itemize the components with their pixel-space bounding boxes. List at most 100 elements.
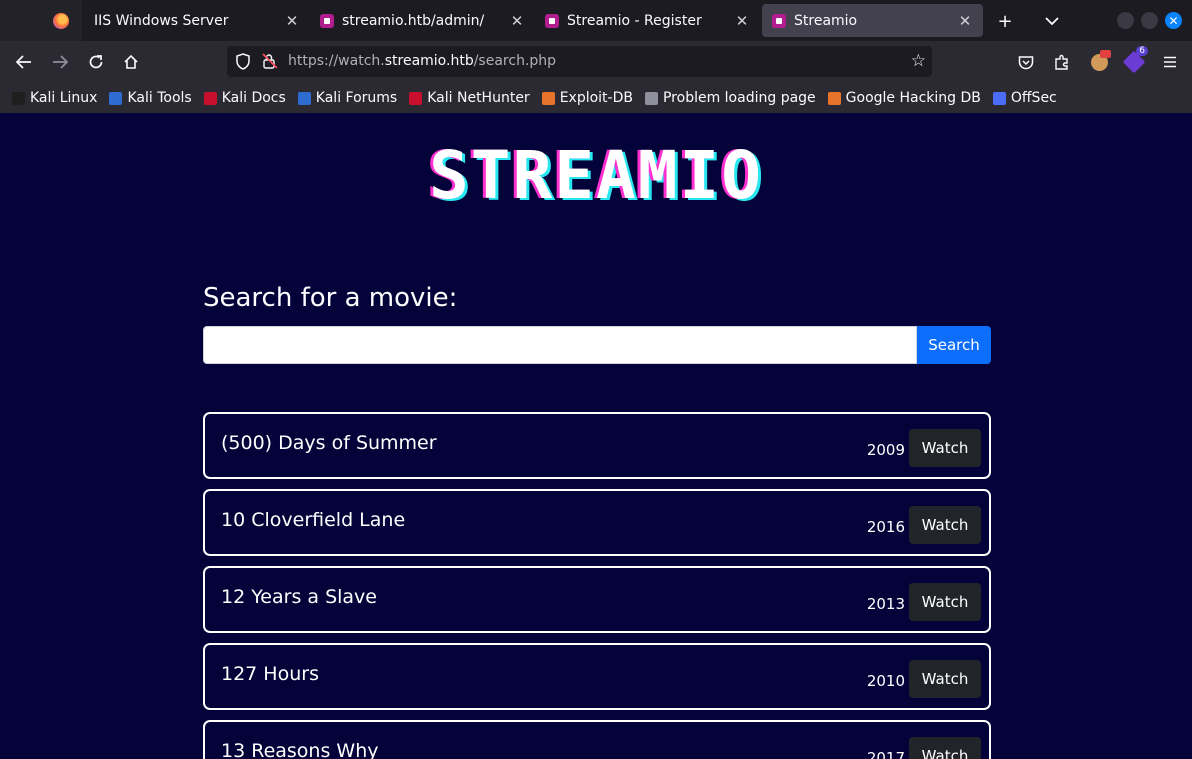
movie-title: 10 Cloverfield Lane [221,509,406,531]
bookmark-favicon-icon [827,91,841,105]
bookmark-favicon-icon [992,91,1006,105]
puzzle-icon [1055,54,1068,70]
home-button[interactable] [119,50,143,74]
firefox-icon [53,12,69,29]
tab-iis[interactable]: IIS Windows Server ✕ [84,4,310,37]
tab-admin[interactable]: streamio.htb/admin/ ✕ [310,4,535,37]
movie-title: 13 Reasons Why [221,740,379,759]
insecure-lock-icon[interactable] [261,52,279,74]
search-heading: Search for a movie: [203,283,458,313]
back-button[interactable] [12,50,36,74]
close-icon[interactable]: ✕ [509,12,525,30]
watch-button[interactable]: Watch [909,737,981,759]
bookmark-exploit-db[interactable]: Exploit-DB [541,90,633,106]
bookmark-favicon-icon [297,91,311,105]
bookmark-kali-linux[interactable]: Kali Linux [12,90,97,106]
tab-register[interactable]: Streamio - Register ✕ [535,4,760,37]
navigation-toolbar: https://watch.streamio.htb/search.php ☆ … [0,41,1192,83]
app-menu-button[interactable] [1158,50,1182,74]
search-input[interactable] [203,326,917,364]
cookie-editor-extension[interactable] [1087,49,1111,74]
streamio-favicon-icon [772,13,786,28]
watch-button[interactable]: Watch [909,429,981,467]
movie-title: 127 Hours [221,663,319,685]
arrow-left-icon [16,55,31,69]
movie-card: 10 Cloverfield Lane 2016 Watch [203,489,991,556]
maximize-button[interactable] [1141,12,1158,29]
bookmark-label: Kali Forums [315,90,398,106]
firefox-view-button[interactable] [42,4,80,37]
extension-badge: 6 [1136,46,1148,56]
movie-year: 2017 [866,749,905,759]
bookmark-label: Problem loading page [662,90,816,106]
tab-label: IIS Windows Server [94,12,229,29]
url-prefix: https://watch. [288,53,385,69]
bookmark-star-icon[interactable]: ☆ [911,51,926,71]
reload-icon [89,55,103,69]
hamburger-menu-icon [1164,56,1176,68]
streamio-favicon-icon [320,13,334,28]
bookmark-google-hacking-db[interactable]: Google Hacking DB [827,90,981,106]
tab-bar: IIS Windows Server ✕ streamio.htb/admin/… [0,0,1192,41]
movie-card: 127 Hours 2010 Watch [203,643,991,710]
close-icon: ✕ [1168,13,1179,28]
watch-button[interactable]: Watch [909,506,981,544]
minimize-button[interactable] [1117,12,1134,29]
movie-card: (500) Days of Summer 2009 Watch [203,412,991,479]
window-close-button[interactable]: ✕ [1165,12,1182,29]
bookmark-label: Kali NetHunter [427,90,530,106]
home-icon [124,54,138,69]
tab-label: Streamio - Register [567,12,702,29]
bookmark-problem-loading-page[interactable]: Problem loading page [644,90,816,106]
bookmark-kali-tools[interactable]: Kali Tools [109,90,192,106]
movie-year: 2016 [866,518,905,536]
search-button[interactable]: Search [917,326,991,364]
bookmark-label: Kali Linux [30,90,98,106]
close-icon[interactable]: ✕ [284,12,300,30]
extensions-button[interactable] [1050,50,1074,74]
url-path: /search.php [473,53,557,69]
forward-button[interactable] [48,50,72,74]
plus-icon: + [997,10,1013,32]
pocket-icon [1018,55,1034,69]
bookmark-label: Google Hacking DB [845,90,981,106]
tab-label: Streamio [794,12,858,29]
bookmark-kali-docs[interactable]: Kali Docs [203,90,286,106]
watch-button[interactable]: Watch [909,660,981,698]
bookmark-favicon-icon [203,91,217,105]
tracking-protection-shield-icon[interactable] [235,53,251,74]
reload-button[interactable] [84,50,108,74]
movie-year: 2013 [866,595,905,613]
arrow-right-icon [53,55,68,69]
streamio-logo: STREAMIO [429,137,763,214]
watch-button[interactable]: Watch [909,583,981,621]
close-icon[interactable]: ✕ [957,12,973,30]
bookmark-offsec[interactable]: OffSec [992,90,1057,106]
bookmark-kali-nethunter[interactable]: Kali NetHunter [409,90,530,106]
new-tab-button[interactable]: + [992,8,1018,34]
foxyproxy-extension[interactable]: 6 [1122,46,1148,74]
chevron-down-icon [1045,16,1059,25]
bookmark-favicon-icon [541,91,555,105]
bookmark-label: Kali Docs [221,90,286,106]
address-bar[interactable]: https://watch.streamio.htb/search.php ☆ [227,46,932,77]
bookmark-favicon-icon [12,91,25,105]
bookmark-favicon-icon [409,91,423,105]
pocket-button[interactable] [1014,50,1038,74]
movie-year: 2009 [866,441,905,459]
bookmark-kali-forums[interactable]: Kali Forums [297,90,398,106]
bookmark-label: Exploit-DB [559,90,633,106]
url-text: https://watch.streamio.htb/search.php [288,53,556,69]
streamio-favicon-icon [545,13,559,28]
movie-title: (500) Days of Summer [221,432,437,454]
tab-streamio[interactable]: Streamio ✕ [762,4,983,37]
close-icon[interactable]: ✕ [734,12,750,30]
tab-label: streamio.htb/admin/ [342,12,485,29]
movie-title: 12 Years a Slave [221,586,377,608]
list-tabs-button[interactable] [1039,8,1065,34]
bookmark-favicon-icon [109,91,123,105]
cookie-icon [1090,49,1111,71]
movie-card: 13 Reasons Why 2017 Watch [203,720,991,759]
movie-year: 2010 [866,672,905,690]
bookmark-favicon-icon [644,91,658,105]
